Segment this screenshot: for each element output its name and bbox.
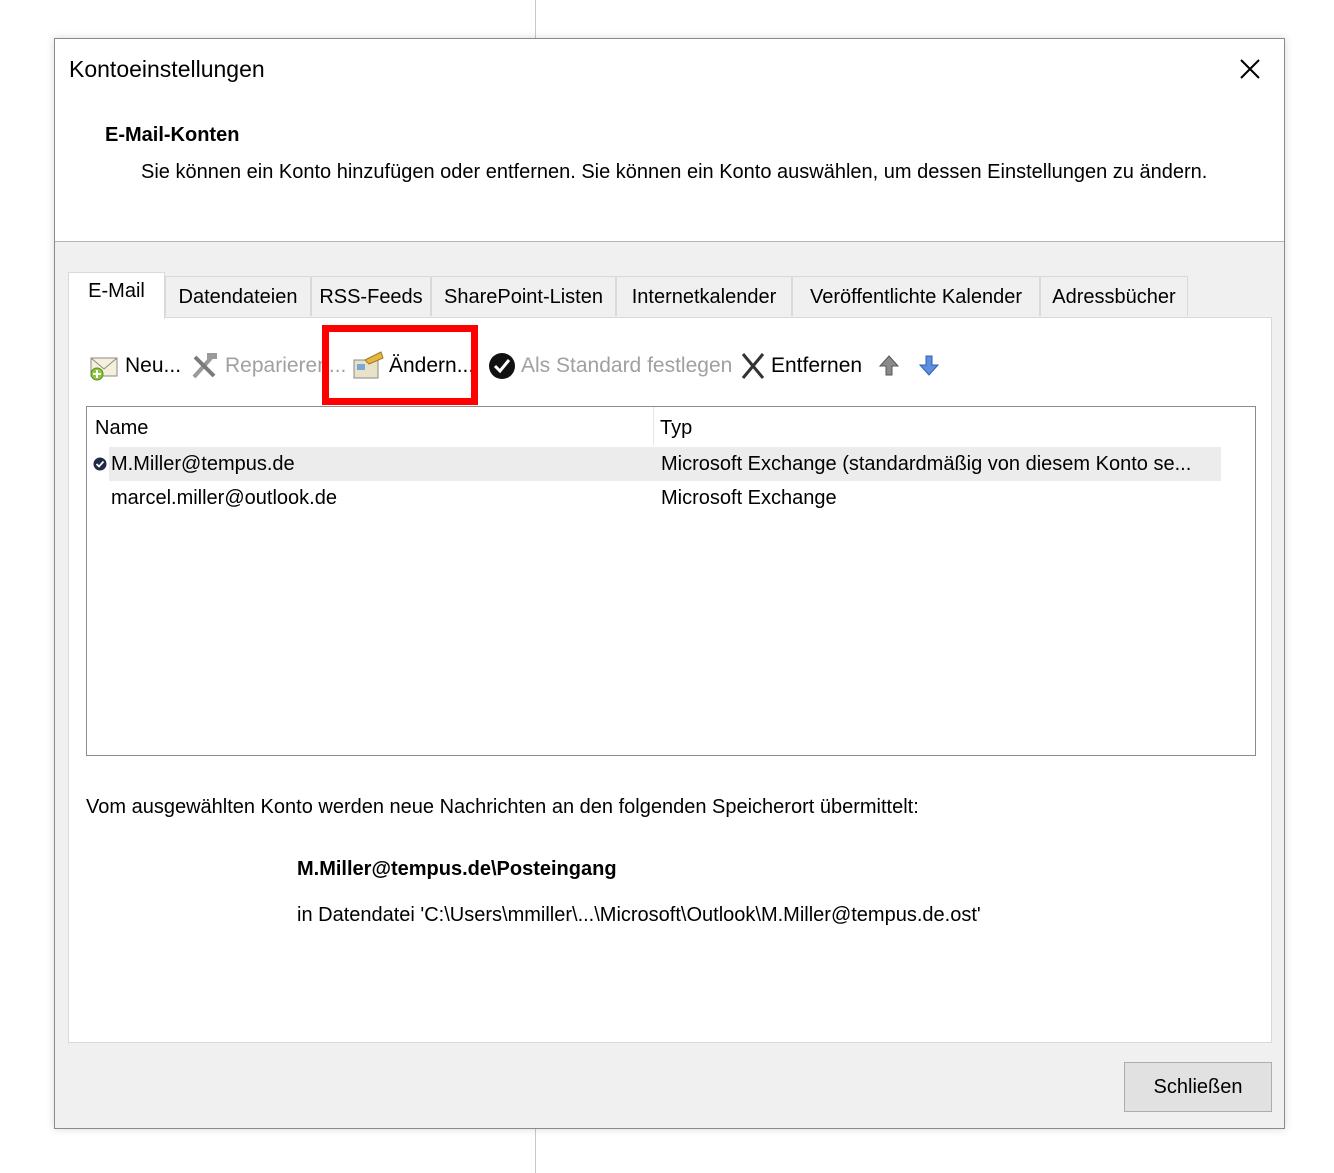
account-type: Microsoft Exchange (standardmäßig von di… [661,453,1192,475]
change-account-icon [353,351,384,379]
new-account-label: Neu... [125,354,182,377]
close-icon[interactable] [1234,53,1266,85]
tab-rss-feeds[interactable]: RSS-Feeds [311,276,431,316]
new-account-button[interactable]: Neu... [89,346,181,386]
section-title: E-Mail-Konten [105,124,240,146]
checkmark-circle-icon [489,353,515,379]
tab-address-books[interactable]: Adressbücher [1040,276,1188,316]
default-account-icon [93,457,107,471]
close-button[interactable]: Schließen [1124,1062,1272,1112]
change-account-button[interactable]: Ändern... [351,346,474,386]
arrow-up-icon [878,355,900,376]
section-description: Sie können ein Konto hinzufügen oder ent… [141,161,1208,183]
change-account-label: Ändern... [389,354,475,377]
move-down-button[interactable] [917,346,945,386]
repair-account-label: Reparieren... [225,354,347,377]
remove-x-icon [741,353,765,379]
column-header-name[interactable]: Name [95,407,148,445]
column-header-type[interactable]: Typ [660,407,692,445]
dialog-header: Kontoeinstellungen E-Mail-Konten Sie kön… [55,39,1284,242]
delivery-folder-path: M.Miller@tempus.de\Posteingang [297,858,617,880]
move-up-button[interactable] [877,346,905,386]
delivery-description: Vom ausgewählten Konto werden neue Nachr… [86,796,919,818]
new-mail-icon [90,357,118,381]
account-settings-dialog: Kontoeinstellungen E-Mail-Konten Sie kön… [54,38,1285,1129]
remove-account-label: Entfernen [771,354,863,377]
accounts-list[interactable]: Name Typ M.Miller@tempus.de Microsoft Ex… [86,406,1256,756]
arrow-down-icon [918,355,940,376]
email-tab-panel: Neu... Reparieren... Ändern... Als Stand… [68,317,1272,1043]
tab-data-files[interactable]: Datendateien [165,276,311,316]
set-default-label: Als Standard festlegen [521,354,733,377]
set-default-button[interactable]: Als Standard festlegen [487,346,732,386]
background-divider-bottom [535,1129,536,1173]
account-name: M.Miller@tempus.de [111,453,295,475]
delivery-data-file: in Datendatei 'C:\Users\mmiller\...\Micr… [297,904,981,926]
tab-internet-calendars[interactable]: Internetkalender [616,276,792,316]
tab-email[interactable]: E-Mail [68,272,165,319]
tab-sharepoint-lists[interactable]: SharePoint-Listen [431,276,616,316]
account-row[interactable]: marcel.miller@outlook.de Microsoft Excha… [109,481,1221,515]
tab-published-calendars[interactable]: Veröffentlichte Kalender [792,276,1040,316]
account-type: Microsoft Exchange [661,487,837,509]
dialog-title: Kontoeinstellungen [69,56,265,82]
remove-account-button[interactable]: Entfernen [739,346,862,386]
background-divider-top [535,0,536,38]
account-name: marcel.miller@outlook.de [111,487,337,509]
repair-account-button[interactable]: Reparieren... [189,346,346,386]
tools-icon [192,353,217,379]
account-row[interactable]: M.Miller@tempus.de Microsoft Exchange (s… [93,447,1221,481]
column-separator [653,407,654,445]
